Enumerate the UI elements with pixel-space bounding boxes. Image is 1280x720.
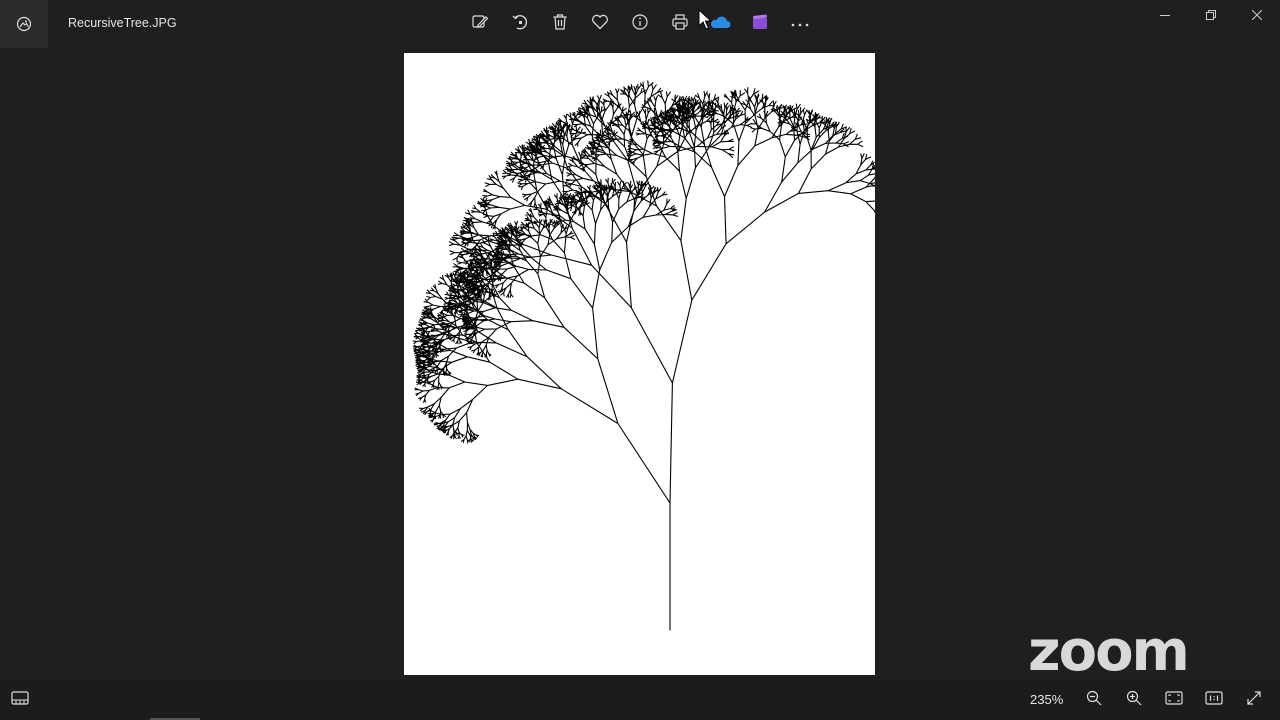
rotate-button[interactable] (500, 4, 540, 44)
video-editor-button[interactable] (740, 4, 780, 44)
file-name: RecursiveTree.JPG (68, 16, 177, 30)
fullscreen-icon (1246, 690, 1262, 711)
cloud-icon (709, 15, 731, 34)
fit-to-window-icon (1165, 690, 1183, 710)
minimize-button[interactable] (1142, 0, 1188, 32)
actual-size-icon (1205, 690, 1223, 710)
edit-image-button[interactable] (460, 4, 500, 44)
close-button[interactable] (1234, 0, 1280, 32)
fullscreen-button[interactable] (1234, 680, 1274, 720)
close-icon (1251, 7, 1263, 25)
info-button[interactable] (620, 4, 660, 44)
minimize-icon (1160, 7, 1170, 25)
info-icon (631, 13, 649, 36)
filmstrip-icon (11, 690, 29, 710)
zoom-in-icon (1126, 690, 1142, 711)
fit-to-window-button[interactable] (1154, 680, 1194, 720)
title-bar: RecursiveTree.JPG (0, 0, 1280, 48)
mouse-cursor-icon (698, 8, 713, 36)
trash-icon (552, 13, 568, 36)
restore-button[interactable] (1188, 0, 1234, 32)
more-options-button[interactable] (780, 4, 820, 44)
zoom-out-button[interactable] (1074, 680, 1114, 720)
heart-icon (591, 14, 609, 35)
toolbar (460, 4, 820, 44)
filmstrip-button[interactable] (0, 680, 40, 720)
bottom-bar: 235% (0, 680, 1280, 720)
view-controls (1074, 680, 1274, 720)
zoom-out-icon (1086, 690, 1102, 711)
print-button[interactable] (660, 4, 700, 44)
edit-icon (471, 13, 489, 36)
rotate-icon (511, 13, 529, 36)
image-canvas[interactable] (404, 53, 875, 675)
more-icon (790, 15, 810, 33)
actual-size-button[interactable] (1194, 680, 1234, 720)
delete-button[interactable] (540, 4, 580, 44)
zoom-watermark: zoom (1028, 619, 1190, 684)
favorite-button[interactable] (580, 4, 620, 44)
clapperboard-icon (751, 13, 769, 36)
window-controls (1142, 0, 1280, 32)
recursive-tree-image (412, 80, 875, 631)
print-icon (671, 13, 689, 36)
photos-app-icon[interactable] (0, 0, 48, 48)
restore-icon (1206, 7, 1216, 25)
tree-branches (412, 80, 875, 631)
zoom-in-button[interactable] (1114, 680, 1154, 720)
zoom-level: 235% (1030, 692, 1064, 707)
